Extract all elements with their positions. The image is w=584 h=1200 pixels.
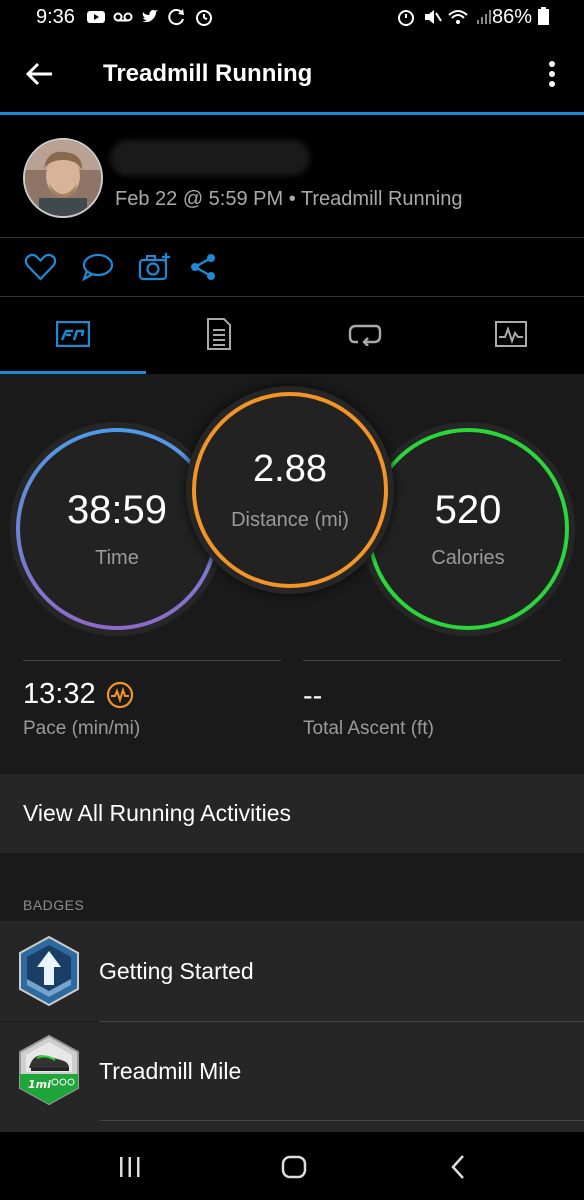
document-icon xyxy=(207,318,231,350)
badge-label: Treadmill Mile xyxy=(99,1058,242,1084)
add-photo-icon[interactable] xyxy=(138,252,171,282)
divider xyxy=(303,660,561,661)
distance-label: Distance (mi) xyxy=(231,509,349,531)
user-name-redacted xyxy=(110,140,310,176)
calories-circle: 520 Calories xyxy=(367,428,569,630)
avatar[interactable] xyxy=(23,138,103,218)
tab-overview[interactable] xyxy=(0,297,146,371)
time-circle: 38:59 Time xyxy=(16,428,218,630)
pace-label: Pace (min/mi) xyxy=(23,718,141,739)
mute-icon xyxy=(425,10,442,24)
tab-bar xyxy=(0,297,584,371)
divider xyxy=(0,237,584,238)
pace-chart-icon[interactable] xyxy=(106,681,134,709)
youtube-icon xyxy=(87,11,105,23)
wifi-icon xyxy=(448,10,468,24)
back-arrow-icon[interactable] xyxy=(24,58,56,90)
alarm-icon xyxy=(398,10,414,26)
view-all-label: View All Running Activities xyxy=(23,800,292,826)
badge-row-getting-started[interactable]: Getting Started xyxy=(0,921,584,1021)
laps-loop-icon xyxy=(348,324,382,346)
svg-text:1mi: 1mi xyxy=(28,1078,51,1091)
badge-label: Getting Started xyxy=(99,958,254,984)
battery-percent: 86% xyxy=(492,6,533,28)
tab-laps[interactable] xyxy=(292,297,438,371)
page-title: Treadmill Running xyxy=(103,60,313,87)
app-bar-accent-line xyxy=(0,112,584,115)
ascent-label: Total Ascent (ft) xyxy=(303,718,434,739)
comment-icon[interactable] xyxy=(81,252,114,282)
tab-charts[interactable] xyxy=(438,297,584,371)
like-heart-icon[interactable] xyxy=(24,252,57,282)
time-value: 38:59 xyxy=(66,488,168,532)
activity-meta: Feb 22 @ 5:59 PM • Treadmill Running xyxy=(115,188,463,210)
badge-row-treadmill-mile[interactable]: 1mi Treadmill Mile xyxy=(0,1022,584,1132)
battery-icon xyxy=(537,7,549,25)
action-bar xyxy=(24,252,220,282)
distance-value: 2.88 xyxy=(253,448,327,490)
home-icon[interactable] xyxy=(281,1155,307,1179)
view-all-running-activities-button[interactable]: View All Running Activities xyxy=(0,774,584,853)
alarm-icon xyxy=(196,10,212,26)
time-label: Time xyxy=(95,547,139,569)
distance-circle: 2.88 Distance (mi) xyxy=(192,392,388,588)
ascent-value: -- xyxy=(303,680,323,712)
clock: 9:36 xyxy=(36,6,75,28)
pace-value: 13:32 xyxy=(23,678,96,710)
recent-apps-icon[interactable] xyxy=(118,1156,142,1178)
share-icon[interactable] xyxy=(187,252,220,282)
more-options-icon[interactable] xyxy=(540,58,564,90)
status-bar: 9:36 86% xyxy=(0,0,584,36)
divider xyxy=(99,1120,584,1121)
calories-value: 520 xyxy=(434,488,502,532)
tab-details[interactable] xyxy=(146,297,292,371)
chart-pulse-icon xyxy=(495,321,527,347)
twitter-icon xyxy=(142,10,158,23)
app-bar: Treadmill Running xyxy=(0,36,584,112)
treadmill-mile-badge-icon: 1mi xyxy=(19,1034,79,1106)
battery-text: 86% xyxy=(492,6,549,29)
avatar-image xyxy=(25,140,101,216)
divider xyxy=(23,660,281,661)
notification-icons xyxy=(86,7,214,27)
stats-overview-icon xyxy=(56,321,90,347)
calories-label: Calories xyxy=(431,547,505,569)
pace-value-row: 13:32 xyxy=(23,678,134,711)
system-nav-bar xyxy=(0,1132,584,1200)
back-icon[interactable] xyxy=(448,1154,468,1180)
badges-header: BADGES xyxy=(23,897,85,913)
sync-icon xyxy=(168,9,184,26)
system-icons xyxy=(396,7,494,27)
signal-icon xyxy=(477,10,491,24)
getting-started-badge-icon xyxy=(19,935,79,1007)
voicemail-icon xyxy=(113,12,133,22)
